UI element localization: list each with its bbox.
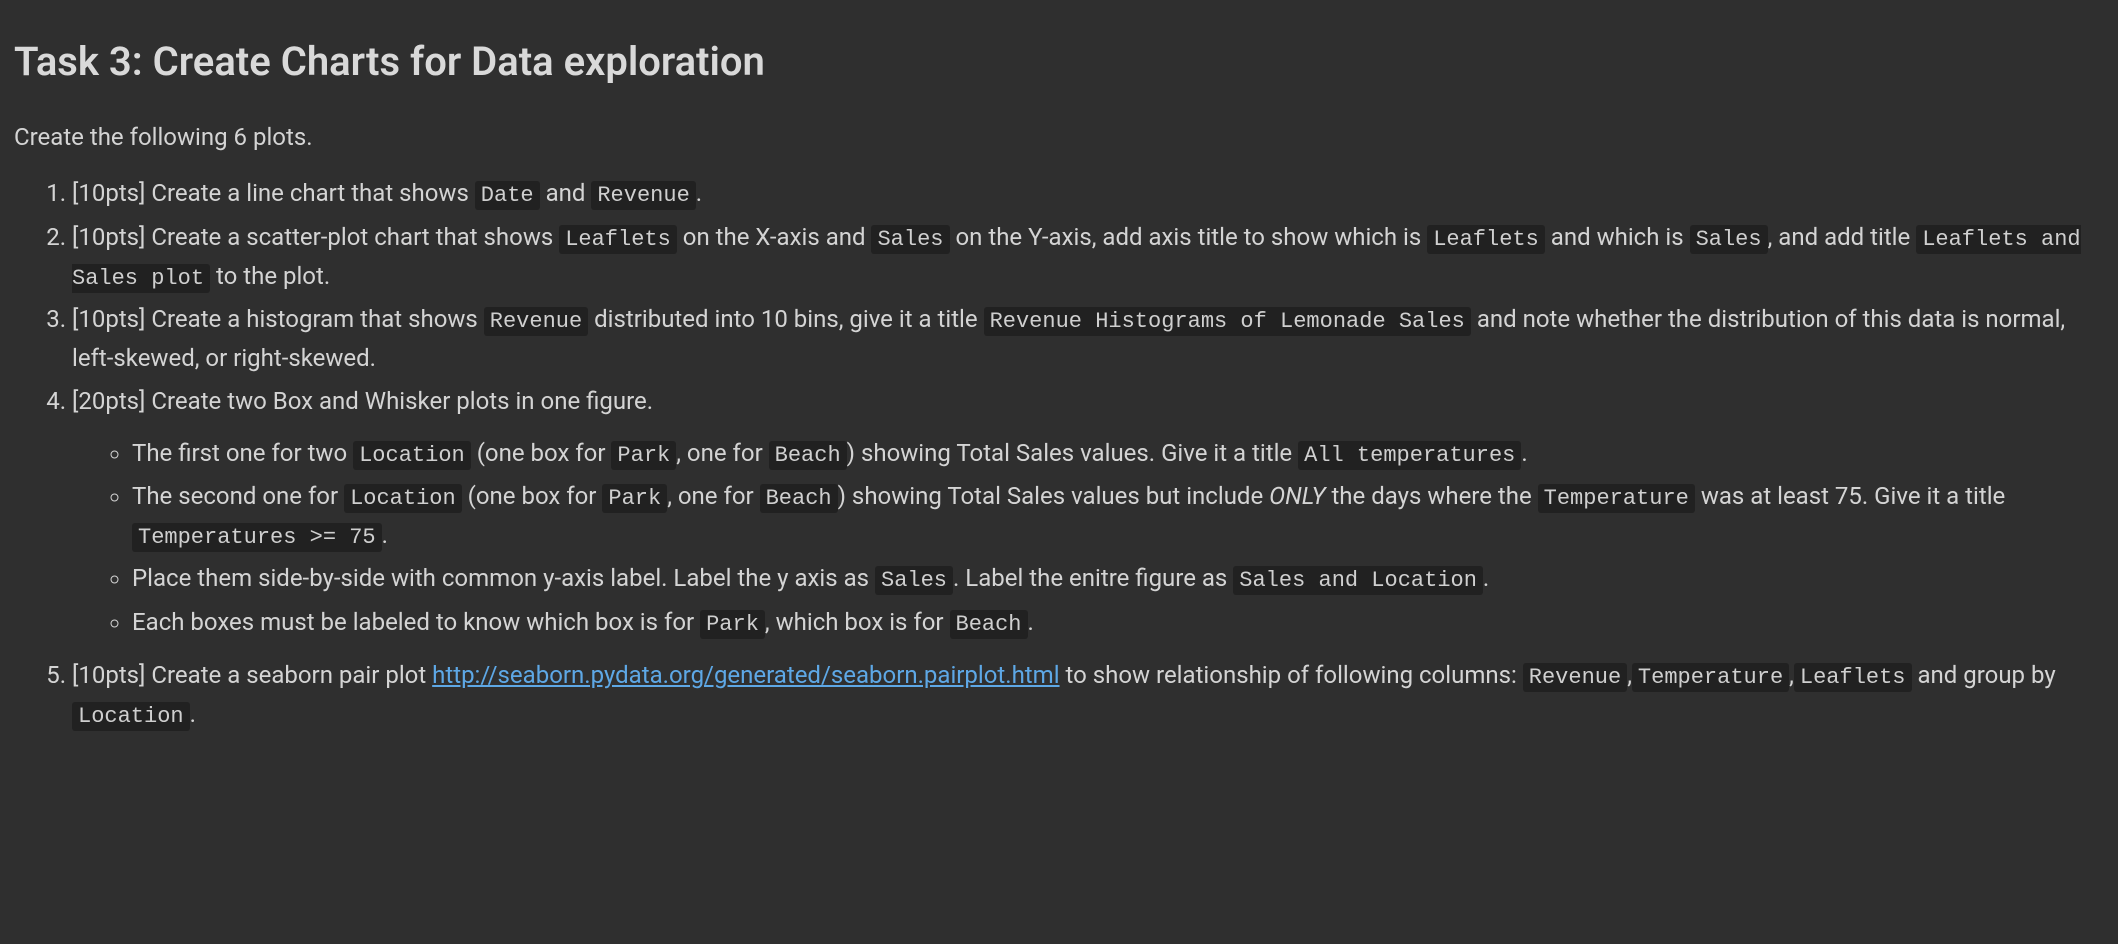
code-park: Park <box>700 610 765 639</box>
code-beach: Beach <box>950 610 1028 639</box>
subtask-item: The first one for two Location (one box … <box>132 434 2104 473</box>
emphasis-only: ONLY <box>1269 482 1325 510</box>
task-text: and which is <box>1545 223 1690 251</box>
task-text: Create a histogram that shows <box>151 305 483 333</box>
code-beach: Beach <box>769 441 847 470</box>
sub-text: , one for <box>667 482 759 510</box>
code-leaflets: Leaflets <box>1794 663 1912 692</box>
sub-text: . <box>1028 608 1034 636</box>
task-item-4: [20pts] Create two Box and Whisker plots… <box>72 382 2104 642</box>
code-sales: Sales <box>875 566 953 595</box>
code-location: Location <box>72 702 190 731</box>
sub-text: ) showing Total Sales values. Give it a … <box>847 439 1298 467</box>
task-text: . <box>190 700 196 728</box>
task-text: Create two Box and Whisker plots in one … <box>151 387 653 415</box>
task-text: on the Y-axis, add axis title to show wh… <box>950 223 1428 251</box>
task-text: and <box>540 179 592 207</box>
sub-text: The first one for two <box>132 439 353 467</box>
task-item-5: [10pts] Create a seaborn pair plot http:… <box>72 656 2104 734</box>
intro-text: Create the following 6 plots. <box>14 118 2104 156</box>
task-text: , and add title <box>1768 223 1917 251</box>
task-text: and group by <box>1912 661 2056 689</box>
sub-text: was at least 75. Give it a title <box>1695 482 2005 510</box>
code-beach: Beach <box>760 484 838 513</box>
code-park: Park <box>602 484 667 513</box>
code-location: Location <box>353 441 471 470</box>
task-item-1: [10pts] Create a line chart that shows D… <box>72 174 2104 213</box>
points-tag: [10pts] <box>72 223 151 251</box>
points-tag: [10pts] <box>72 661 151 689</box>
code-sales: Sales <box>871 225 949 254</box>
task-text: to show relationship of following column… <box>1060 661 1523 689</box>
subtask-item: Place them side-by-side with common y-ax… <box>132 559 2104 598</box>
code-leaflets: Leaflets <box>1427 225 1545 254</box>
sub-text: , one for <box>676 439 768 467</box>
sub-text: (one box for <box>462 482 603 510</box>
task-text: Create a scatter-plot chart that shows <box>151 223 559 251</box>
code-revenue: Revenue <box>1523 663 1627 692</box>
subtask-list: The first one for two Location (one box … <box>72 434 2104 642</box>
code-park: Park <box>611 441 676 470</box>
sub-text: , which box is for <box>765 608 950 636</box>
subtask-item: Each boxes must be labeled to know which… <box>132 603 2104 642</box>
task-text: . <box>696 179 702 207</box>
code-revenue: Revenue <box>484 307 588 336</box>
task-list: [10pts] Create a line chart that shows D… <box>14 174 2104 734</box>
task-heading: Task 3: Create Charts for Data explorati… <box>14 30 2104 94</box>
sub-text: Place them side-by-side with common y-ax… <box>132 564 875 592</box>
task-text: to the plot. <box>210 262 330 290</box>
task-text: Create a line chart that shows <box>151 179 474 207</box>
points-tag: [10pts] <box>72 179 151 207</box>
sub-text: . <box>1483 564 1489 592</box>
code-revenue: Revenue <box>591 181 695 210</box>
code-leaflets: Leaflets <box>559 225 677 254</box>
sub-text: . <box>382 521 388 549</box>
sub-text: (one box for <box>471 439 612 467</box>
code-temperature: Temperature <box>1632 663 1789 692</box>
task-text: Create a seaborn pair plot <box>151 661 432 689</box>
task-item-2: [10pts] Create a scatter-plot chart that… <box>72 218 2104 296</box>
sub-text: . Label the enitre figure as <box>953 564 1233 592</box>
code-temp75: Temperatures >= 75 <box>132 523 382 552</box>
task-item-3: [10pts] Create a histogram that shows Re… <box>72 300 2104 378</box>
points-tag: [10pts] <box>72 305 151 333</box>
subtask-item: The second one for Location (one box for… <box>132 477 2104 555</box>
sub-text: . <box>1521 439 1527 467</box>
sub-text: The second one for <box>132 482 344 510</box>
sub-text: Each boxes must be labeled to know which… <box>132 608 700 636</box>
code-hist-title: Revenue Histograms of Lemonade Sales <box>984 307 1471 336</box>
code-date: Date <box>475 181 540 210</box>
task-text: on the X-axis and <box>677 223 872 251</box>
points-tag: [20pts] <box>72 387 151 415</box>
task-text: distributed into 10 bins, give it a titl… <box>588 305 983 333</box>
sub-text: the days where the <box>1326 482 1538 510</box>
seaborn-link[interactable]: http://seaborn.pydata.org/generated/seab… <box>432 661 1059 689</box>
code-sales: Sales <box>1690 225 1768 254</box>
code-all-temp: All temperatures <box>1298 441 1521 470</box>
sub-text: ) showing Total Sales values but include <box>838 482 1270 510</box>
code-temperature: Temperature <box>1538 484 1695 513</box>
code-location: Location <box>344 484 462 513</box>
code-fig-title: Sales and Location <box>1233 566 1483 595</box>
